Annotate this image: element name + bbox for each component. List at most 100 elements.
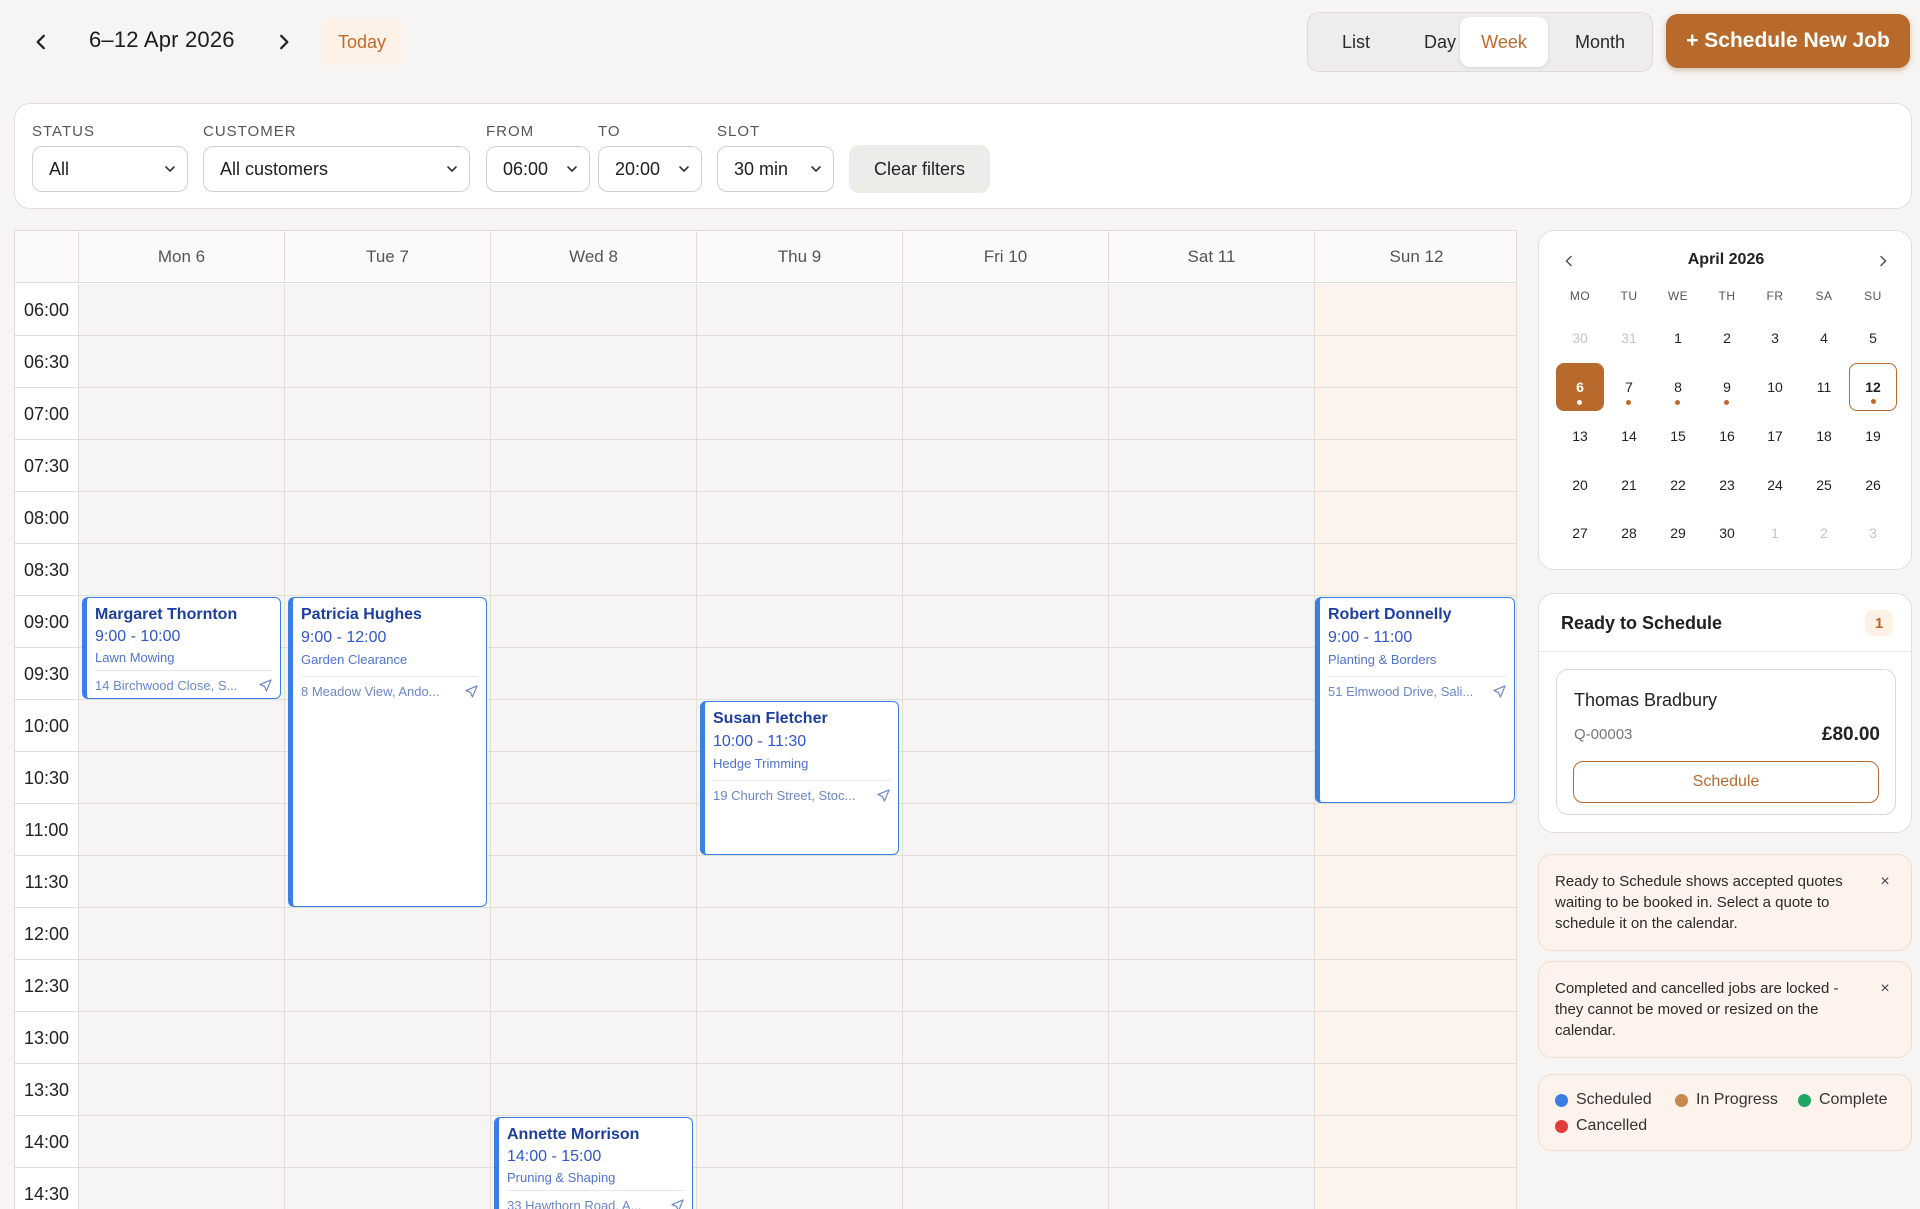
mini-calendar-day[interactable]: 10 [1751, 363, 1799, 411]
day-column-sat[interactable] [1108, 284, 1314, 1209]
mini-calendar-day[interactable]: 29 [1654, 509, 1702, 557]
clear-filters-button[interactable]: Clear filters [849, 145, 990, 193]
time-label: 11:00 [24, 819, 69, 840]
slot-divider [15, 959, 1516, 960]
event-address-row: 8 Meadow View, Ando... [301, 676, 478, 699]
info-note-text: Ready to Schedule shows accepted quotes … [1555, 873, 1843, 932]
previous-week-button[interactable] [21, 22, 61, 62]
day-header-fri[interactable]: Fri 10 [902, 231, 1108, 283]
calendar-body: 06:00 06:30 07:00 07:30 08:00 08:30 09:0… [15, 284, 1516, 1209]
day-header-sun[interactable]: Sun 12 [1314, 231, 1516, 283]
mini-calendar-day[interactable]: 30 [1556, 314, 1604, 362]
view-list-button[interactable]: List [1316, 17, 1396, 67]
mini-calendar-day[interactable]: 20 [1556, 461, 1604, 509]
status-select[interactable]: All [32, 146, 188, 192]
mini-calendar-day[interactable]: 28 [1605, 509, 1653, 557]
mini-calendar-day[interactable]: 15 [1654, 412, 1702, 460]
job-event-susan-fletcher[interactable]: Susan Fletcher 10:00 - 11:30 Hedge Trimm… [700, 701, 899, 855]
slot-divider [15, 699, 1516, 700]
navigate-icon[interactable] [877, 789, 890, 802]
mini-calendar-day[interactable]: 1 [1751, 509, 1799, 557]
mini-calendar-day[interactable]: 22 [1654, 461, 1702, 509]
mini-calendar-day[interactable]: 3 [1751, 314, 1799, 362]
quote-reference: Q-00003 [1574, 726, 1633, 743]
mini-calendar-day[interactable]: 26 [1849, 461, 1897, 509]
weekday-label: TU [1620, 289, 1638, 303]
status-dot-icon [1555, 1093, 1568, 1107]
day-header-thu[interactable]: Thu 9 [696, 231, 902, 283]
time-label: 13:00 [23, 1027, 70, 1048]
day-header-tue[interactable]: Tue 7 [284, 231, 490, 283]
day-header-mon[interactable]: Mon 6 [78, 231, 284, 283]
day-header-wed[interactable]: Wed 8 [490, 231, 696, 283]
day-column-wed[interactable] [490, 284, 696, 1209]
mini-calendar-day[interactable]: 2 [1800, 509, 1848, 557]
navigate-icon[interactable] [259, 679, 272, 692]
navigate-icon[interactable] [1493, 685, 1506, 698]
customer-select[interactable]: All customers [203, 146, 470, 192]
mini-calendar-day[interactable]: 17 [1751, 412, 1799, 460]
mini-calendar-day[interactable]: 19 [1849, 412, 1897, 460]
mini-calendar-day[interactable]: 4 [1800, 314, 1848, 362]
event-customer-name: Annette Morrison [507, 1126, 640, 1143]
view-week-button[interactable]: Week [1460, 17, 1548, 67]
event-address: 14 Birchwood Close, S... [95, 678, 238, 693]
mini-calendar-day[interactable]: 18 [1800, 412, 1848, 460]
status-dot-icon [1675, 1093, 1688, 1107]
job-event-patricia-hughes[interactable]: Patricia Hughes 9:00 - 12:00 Garden Clea… [288, 597, 487, 907]
mini-calendar-day[interactable]: 24 [1751, 461, 1799, 509]
customer-filter-label: CUSTOMER [203, 123, 297, 140]
mini-calendar-day[interactable]: 13 [1556, 412, 1604, 460]
mini-calendar-next-button[interactable] [1873, 251, 1893, 271]
chevron-right-icon [1880, 255, 1887, 267]
mini-calendar-day[interactable]: 8 [1654, 363, 1702, 411]
job-event-margaret-thornton[interactable]: Margaret Thornton 9:00 - 10:00 Lawn Mowi… [82, 597, 281, 699]
view-month-button[interactable]: Month [1552, 17, 1648, 67]
mini-calendar-day[interactable]: 31 [1605, 314, 1653, 362]
mini-calendar-day[interactable]: 3 [1849, 509, 1897, 557]
to-filter-label: TO [598, 123, 621, 140]
day-header-sat[interactable]: Sat 11 [1108, 231, 1314, 283]
close-icon[interactable]: × [1877, 873, 1893, 890]
ready-to-schedule-header: Ready to Schedule 1 [1539, 594, 1911, 652]
mini-calendar-day[interactable]: 9 [1703, 363, 1751, 411]
mini-calendar-day[interactable]: 1 [1654, 314, 1702, 362]
job-event-annette-morrison[interactable]: Annette Morrison 14:00 - 15:00 Pruning &… [494, 1117, 693, 1209]
event-job-type: Hedge Trimming [713, 756, 809, 771]
schedule-new-job-button[interactable]: + Schedule New Job [1666, 14, 1910, 68]
today-button[interactable]: Today [322, 19, 402, 65]
day-column-mon[interactable] [78, 284, 284, 1209]
day-column-fri[interactable] [902, 284, 1108, 1209]
mini-calendar-day[interactable]: 27 [1556, 509, 1604, 557]
mini-calendar-day[interactable]: 11 [1800, 363, 1848, 411]
to-time-select[interactable]: 20:00 [598, 146, 702, 192]
mini-calendar-day-today[interactable]: 12 [1849, 363, 1897, 411]
mini-calendar-day[interactable]: 23 [1703, 461, 1751, 509]
mini-calendar-day[interactable]: 5 [1849, 314, 1897, 362]
ready-to-schedule-count-badge: 1 [1865, 610, 1893, 636]
navigate-icon[interactable] [465, 685, 478, 698]
job-event-robert-donnelly[interactable]: Robert Donnelly 9:00 - 11:00 Planting & … [1315, 597, 1515, 803]
mini-calendar-day[interactable]: 16 [1703, 412, 1751, 460]
navigate-icon[interactable] [671, 1199, 684, 1209]
mini-calendar-day[interactable]: 7 [1605, 363, 1653, 411]
weekday-label: TH [1718, 289, 1736, 303]
filter-bar: STATUS All CUSTOMER All customers FROM 0… [14, 103, 1912, 209]
from-time-select[interactable]: 06:00 [486, 146, 590, 192]
mini-calendar-day[interactable]: 21 [1605, 461, 1653, 509]
event-time: 9:00 - 12:00 [301, 629, 387, 646]
mini-calendar-day[interactable]: 2 [1703, 314, 1751, 362]
next-week-button[interactable] [264, 22, 304, 62]
mini-calendar-day-number: 6 [1576, 379, 1584, 395]
close-icon[interactable]: × [1877, 980, 1893, 997]
mini-calendar-day[interactable]: 14 [1605, 412, 1653, 460]
mini-calendar-day[interactable]: 25 [1800, 461, 1848, 509]
slot-select[interactable]: 30 min [717, 146, 834, 192]
mini-calendar-day[interactable]: 30 [1703, 509, 1751, 557]
mini-calendar-day-selected[interactable]: 6 [1556, 363, 1604, 411]
to-time-value: 20:00 [615, 158, 661, 179]
schedule-quote-button[interactable]: Schedule [1573, 761, 1879, 803]
event-address-row: 33 Hawthorn Road, A... [507, 1190, 684, 1209]
event-customer-name: Robert Donnelly [1328, 606, 1452, 623]
quote-card[interactable]: Thomas Bradbury Q-00003 £80.00 Schedule [1556, 669, 1896, 815]
